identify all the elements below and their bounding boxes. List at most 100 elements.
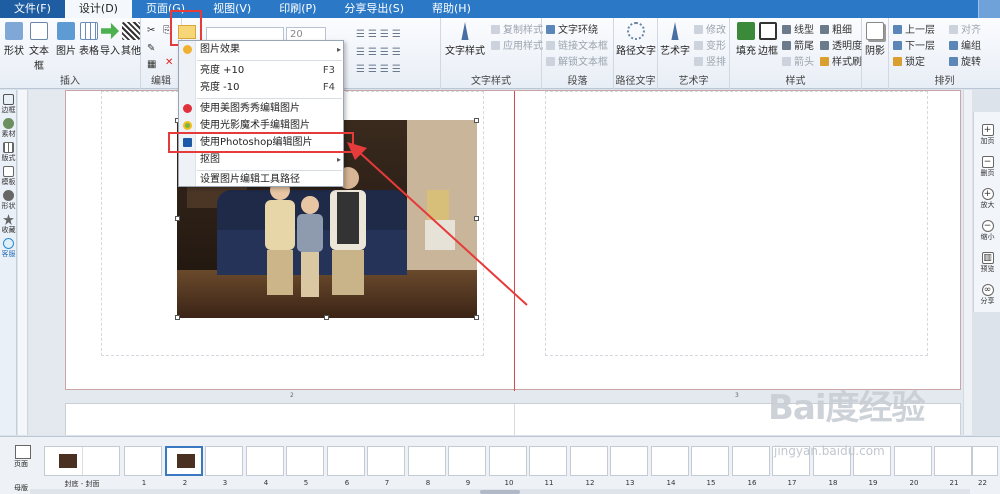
menu-print[interactable]: 印刷(P) (265, 0, 330, 18)
group-label: 编组 (961, 41, 981, 52)
thumbnail-label: 1 (141, 479, 147, 487)
sidebar-item-shape[interactable]: 形状 (0, 190, 17, 210)
line-weight-button[interactable]: 粗细 (820, 24, 852, 38)
menu-item-brightness-down[interactable]: 亮度 -10 F4 (179, 80, 345, 96)
thumbnail-page[interactable] (972, 446, 998, 476)
import-arrow-icon (101, 22, 119, 40)
shadow-icon (866, 22, 884, 40)
sidebar-item-layout[interactable]: 版式 (0, 142, 17, 162)
menu-item-set-editor-path[interactable]: 设置图片编辑工具路径 (179, 172, 345, 188)
unlink-textbox-button[interactable]: 解锁文本框 (546, 56, 608, 70)
arrow-tail-button[interactable]: 箭尾 (782, 40, 814, 54)
user-avatar[interactable] (978, 0, 1000, 18)
align-buttons[interactable]: ☰☰☰☰ (356, 28, 404, 42)
menu-share-export[interactable]: 分享导出(S) (330, 0, 418, 18)
art-text-button[interactable]: 艺术字 (660, 22, 690, 57)
indent-buttons[interactable]: ☰☰☰☰ (356, 46, 404, 60)
image-button[interactable]: 图片 (54, 22, 78, 57)
cut-icon[interactable]: ✂ (147, 24, 155, 38)
sidebar-item-template[interactable]: 模板 (0, 166, 17, 186)
thumbnail-page[interactable] (489, 446, 527, 476)
thumbnail-page[interactable] (610, 446, 648, 476)
menu-item-brightness-up[interactable]: 亮度 +10 F3 (179, 63, 345, 79)
menu-separator (197, 60, 342, 61)
thumbnail-page[interactable] (286, 446, 324, 476)
menu-help[interactable]: 帮助(H) (418, 0, 485, 18)
fill-button[interactable]: 填充 (734, 22, 758, 57)
thumbnail-page[interactable] (367, 446, 405, 476)
image-tool-icon[interactable]: ▦ (147, 58, 156, 72)
thumbnail-scrollbar[interactable] (30, 489, 970, 494)
line-type-button[interactable]: 线型 (782, 24, 814, 38)
arrow-head-button[interactable]: 箭头 (782, 56, 814, 70)
modify-button[interactable]: 修改 (694, 24, 726, 38)
bring-forward-button[interactable]: 上一层 (893, 24, 935, 38)
preview-button[interactable]: ▥ 预览 (974, 252, 1000, 273)
text-wrap-button[interactable]: 文字环绕 (546, 24, 598, 38)
delete-page-button[interactable]: − 删页 (974, 156, 1000, 177)
template-icon (3, 166, 14, 177)
sidebar-item-service[interactable]: 客服 (0, 238, 17, 258)
menu-file[interactable]: 文件(F) (0, 0, 65, 18)
thumbnail-page[interactable] (124, 446, 162, 476)
delete-icon[interactable]: ✕ (165, 56, 173, 70)
style-group-label: 样式 (785, 76, 806, 87)
link-textbox-button[interactable]: 链接文本框 (546, 40, 608, 54)
thumbnail-page[interactable] (691, 446, 729, 476)
text-style-button[interactable]: 文字样式 (445, 22, 485, 57)
menu-view[interactable]: 视图(V) (199, 0, 265, 18)
magic-icon (183, 121, 192, 130)
transparency-button[interactable]: 透明度 (820, 40, 862, 54)
sidebar-item-favorite[interactable]: 收藏 (0, 214, 17, 234)
border-button[interactable]: 边框 (756, 22, 780, 57)
send-backward-button[interactable]: 下一层 (893, 40, 935, 54)
thumbnail-page[interactable] (408, 446, 446, 476)
sidebar-label: 版式 (1, 154, 16, 162)
zoom-in-button[interactable]: + 放大 (974, 188, 1000, 209)
copy-style-button[interactable]: 复制样式 (491, 24, 543, 38)
thumbnail-page[interactable] (246, 446, 284, 476)
thumbnail-page-selected[interactable] (165, 446, 203, 476)
align-label: 对齐 (961, 25, 981, 36)
image-label: 图片 (56, 46, 76, 57)
thumbnail-page[interactable] (327, 446, 365, 476)
thumbnail-page[interactable] (529, 446, 567, 476)
align-button[interactable]: 对齐 (949, 24, 981, 38)
sidebar-item-border[interactable]: 边框 (0, 94, 17, 114)
menu-design[interactable]: 设计(D) (64, 0, 132, 18)
other-button[interactable]: 其他 (119, 22, 143, 57)
thumbnail-page[interactable] (205, 446, 243, 476)
shape-button[interactable]: 形状 (2, 22, 26, 57)
vertical-scrollbar[interactable] (963, 90, 972, 435)
menu-item-picture-effects[interactable]: 图片效果 ▸ (179, 42, 345, 58)
share-button[interactable]: ∞ 分享 (974, 284, 1000, 305)
pen-icon (759, 22, 777, 40)
path-text-button[interactable]: 路径文字 (616, 22, 656, 57)
shadow-button[interactable]: 阴影 (864, 22, 886, 57)
textbox-button[interactable]: 文本框 (26, 22, 52, 72)
lock-button[interactable]: 锁定 (893, 56, 925, 70)
vertical-button[interactable]: 竖排 (694, 56, 726, 70)
scrollbar-thumb[interactable] (480, 490, 520, 494)
pages-tab-icon[interactable] (15, 445, 31, 459)
thumbnail-page[interactable] (651, 446, 689, 476)
thumbnail-page[interactable] (448, 446, 486, 476)
apply-style-button[interactable]: 应用样式 (491, 40, 543, 54)
thumbnail-cover[interactable] (44, 446, 120, 476)
zoom-out-button[interactable]: − 缩小 (974, 220, 1000, 241)
brush-icon[interactable]: ✎ (147, 42, 155, 56)
thumbnail-page[interactable] (732, 446, 770, 476)
path-text-icon (627, 22, 645, 40)
thumbnail-page[interactable] (570, 446, 608, 476)
add-page-button[interactable]: + 加页 (974, 124, 1000, 145)
text-wrap-label: 文字环绕 (558, 25, 598, 36)
group-button[interactable]: 编组 (949, 40, 981, 54)
sidebar-item-material[interactable]: 素材 (0, 118, 17, 138)
menu-item-cutout[interactable]: 抠图 ▸ (179, 152, 345, 168)
spacing-buttons[interactable]: ☰☰☰☰ (356, 63, 404, 77)
transform-button[interactable]: 变形 (694, 40, 726, 54)
rotate-button[interactable]: 旋转 (949, 56, 981, 70)
format-painter-button[interactable]: 样式刷 (820, 56, 862, 70)
menu-item-meitu[interactable]: 使用美图秀秀编辑图片 (179, 101, 345, 117)
paint-bucket-icon (737, 22, 755, 40)
